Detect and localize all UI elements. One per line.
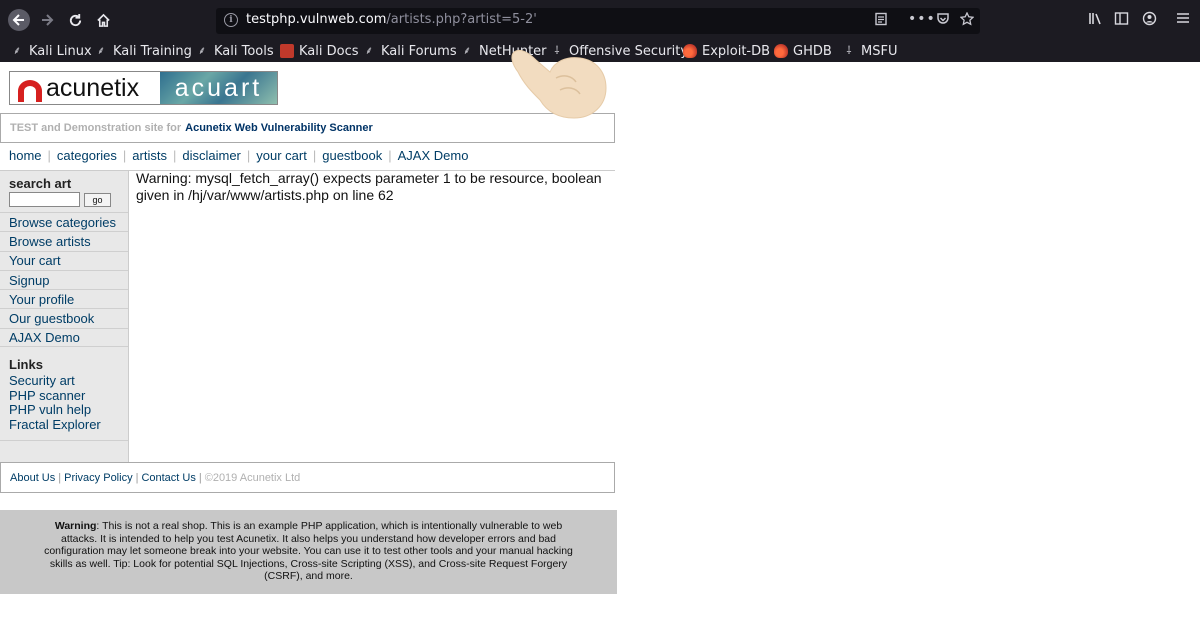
forward-button[interactable]	[36, 9, 58, 31]
bookmark-kali-docs[interactable]: Kali Docs	[280, 40, 359, 62]
bookmark-kali-forums[interactable]: ⸙ Kali Forums	[362, 40, 457, 62]
account-icon[interactable]	[1142, 11, 1157, 30]
tagline-prefix: TEST and Demonstration site for	[10, 122, 182, 134]
reload-button[interactable]	[64, 9, 86, 31]
menu-disclaimer[interactable]: disclaimer	[182, 148, 241, 163]
arrow-left-icon	[12, 14, 24, 26]
home-button[interactable]	[92, 9, 114, 31]
address-bar[interactable]: i testphp.vulnweb.com/artists.php?artist…	[216, 8, 980, 34]
link-fractal-explorer[interactable]: Fractal Explorer	[9, 417, 101, 433]
kali-dragon-icon: ⸙	[12, 44, 22, 57]
bookmark-kali-training[interactable]: ⸙ Kali Training	[94, 40, 192, 62]
link-security-art[interactable]: Security art	[9, 373, 101, 389]
side-browse-categories[interactable]: Browse categories	[0, 212, 128, 231]
search-title: search art	[9, 176, 72, 191]
bookmark-exploit-db[interactable]: Exploit-DB	[683, 40, 770, 62]
disclaimer-label: Warning	[54, 520, 97, 532]
kali-dragon-icon: ⸙	[364, 44, 374, 57]
site-info-icon[interactable]: i	[224, 13, 238, 27]
menu-guestbook[interactable]: guestbook	[322, 148, 382, 163]
page-footer: About Us | Privacy Policy | Contact Us | ©2…	[0, 462, 615, 493]
url-host: testphp.vulnweb.com	[246, 12, 387, 27]
menu-artists[interactable]: artists	[132, 148, 167, 163]
footer-about-us[interactable]: About Us	[10, 472, 55, 484]
search-go-button[interactable]: go	[84, 193, 111, 207]
side-ajax-demo[interactable]: AJAX Demo	[0, 327, 128, 348]
tagline-scanner-link[interactable]: Acunetix Web Vulnerability Scanner	[185, 122, 373, 134]
kali-dragon-icon: ⸙	[96, 44, 106, 57]
kali-docs-icon	[280, 44, 294, 58]
link-php-vuln-help[interactable]: PHP vuln help	[9, 402, 101, 418]
php-warning-message: Warning: mysql_fetch_array() expects par…	[136, 170, 602, 203]
link-php-scanner[interactable]: PHP scanner	[9, 388, 101, 404]
bookmark-msfu[interactable]: ⸸ MSFU	[842, 40, 897, 62]
msfu-icon: ⸸	[846, 44, 852, 57]
left-sidebar: search art go Browse categories Browse a…	[0, 171, 129, 463]
side-signup[interactable]: Signup	[0, 269, 128, 289]
footer-contact-us[interactable]: Contact Us	[141, 472, 195, 484]
web-page: acunetix acuart TEST and Demonstration s…	[0, 62, 1200, 626]
links-title: Links	[9, 357, 43, 372]
menu-your-cart[interactable]: your cart	[256, 148, 307, 163]
bookmark-kali-tools[interactable]: ⸙ Kali Tools	[195, 40, 274, 62]
disclaimer-box: Warning: This is not a real shop. This i…	[0, 510, 617, 594]
menu-ajax-demo[interactable]: AJAX Demo	[398, 148, 469, 163]
menu-home[interactable]: home	[9, 148, 42, 163]
pocket-icon[interactable]	[936, 12, 950, 30]
url-text[interactable]: testphp.vulnweb.com/artists.php?artist=5…	[246, 12, 537, 27]
side-nav: Browse categories Browse artists Your ca…	[0, 212, 128, 348]
acuart-logo: acuart	[160, 72, 277, 104]
sidebar-toggle-icon[interactable]	[1114, 11, 1129, 30]
home-icon	[96, 13, 110, 27]
url-path: /artists.php?artist=5-2'	[386, 12, 537, 27]
acunetix-swoosh-icon	[18, 80, 42, 102]
side-browse-artists[interactable]: Browse artists	[0, 231, 128, 250]
bookmark-star-icon[interactable]	[959, 11, 975, 30]
bookmark-kali-linux[interactable]: ⸙ Kali Linux	[10, 40, 92, 62]
side-your-profile[interactable]: Your profile	[0, 289, 128, 308]
kali-dragon-icon: ⸙	[462, 44, 472, 57]
navigation-toolbar: i testphp.vulnweb.com/artists.php?artist…	[0, 0, 1200, 40]
footer-privacy-policy[interactable]: Privacy Policy	[64, 472, 132, 484]
links-list: Security art PHP scanner PHP vuln help F…	[9, 373, 101, 433]
search-input[interactable]	[9, 192, 80, 207]
exploit-db-icon	[683, 44, 697, 58]
disclaimer-text: : This is not a real shop. This is an ex…	[44, 520, 573, 583]
side-our-guestbook[interactable]: Our guestbook	[0, 308, 128, 327]
menu-categories[interactable]: categories	[57, 148, 117, 163]
acunetix-logo: acunetix	[10, 72, 160, 104]
reload-icon	[69, 13, 81, 26]
arrow-right-icon	[42, 14, 54, 26]
site-logo[interactable]: acunetix acuart	[9, 71, 278, 105]
back-button[interactable]	[8, 9, 30, 31]
hamburger-menu-icon[interactable]	[1176, 11, 1190, 29]
pointing-hand-icon	[511, 49, 607, 119]
library-icon[interactable]	[1088, 11, 1103, 30]
footer-copyright: ©2019 Acunetix Ltd	[204, 471, 301, 484]
page-actions-icon[interactable]: •••	[908, 11, 936, 27]
kali-dragon-icon: ⸙	[197, 44, 207, 57]
side-your-cart[interactable]: Your cart	[0, 250, 128, 270]
bookmark-ghdb[interactable]: GHDB	[774, 40, 832, 62]
top-menu: home | categories | artists | disclaimer | y…	[9, 147, 469, 163]
ghdb-icon	[774, 44, 788, 58]
divider	[0, 440, 128, 441]
reader-view-icon[interactable]	[874, 12, 888, 30]
